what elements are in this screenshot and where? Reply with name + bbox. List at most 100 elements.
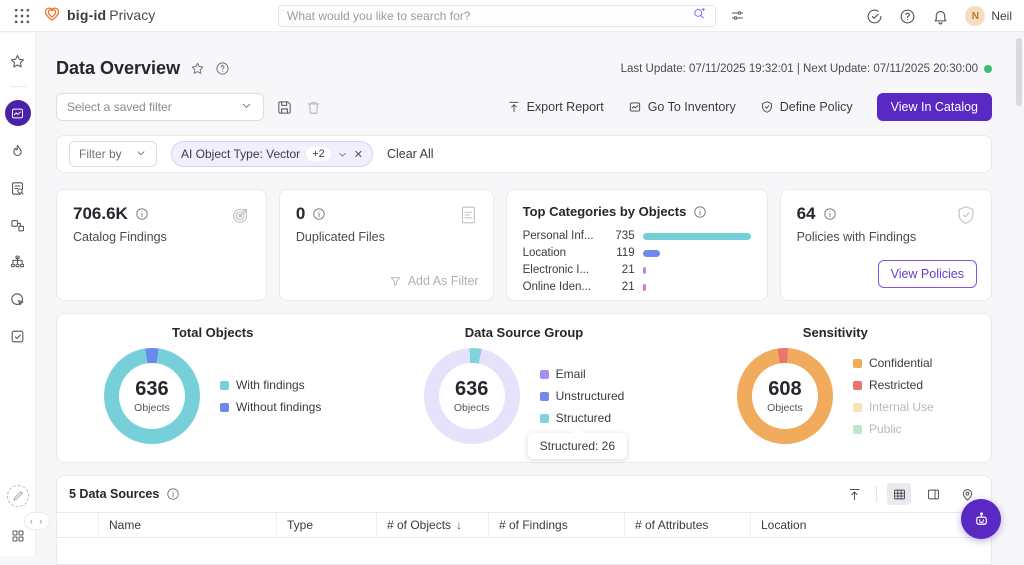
table-header-row: Name Type # of Objects ↓ # of Findings #…: [57, 512, 991, 538]
status-online-dot: [984, 65, 992, 73]
sidebar-collapse-toggle[interactable]: ‹ ›: [24, 512, 50, 530]
select-all-column[interactable]: [57, 513, 99, 537]
nav-favorites-star-icon[interactable]: [6, 49, 30, 73]
category-bar: [643, 233, 751, 240]
category-row[interactable]: Personal Inf... 735: [523, 230, 751, 242]
define-policy-button[interactable]: Define Policy: [760, 100, 853, 114]
legend-item[interactable]: Without findings: [220, 400, 321, 414]
grid-view-icon[interactable]: [887, 483, 911, 505]
catalog-findings-card: 706.6K Catalog Findings: [56, 189, 267, 301]
legend-item[interactable]: With findings: [220, 378, 321, 392]
category-row[interactable]: Location 119: [523, 247, 751, 259]
category-row[interactable]: Electronic I... 21: [523, 264, 751, 276]
go-to-inventory-button[interactable]: Go To Inventory: [628, 100, 736, 114]
save-filter-icon[interactable]: [276, 99, 293, 116]
nav-risk-flame-icon[interactable]: [6, 139, 30, 163]
info-icon[interactable]: [135, 207, 149, 221]
global-search[interactable]: [278, 5, 716, 27]
column-type[interactable]: Type: [277, 513, 377, 537]
category-bar: [643, 284, 646, 291]
info-icon[interactable]: [166, 487, 180, 501]
update-status: Last Update: 07/11/2025 19:32:01 | Next …: [621, 63, 992, 75]
target-icon: [230, 204, 252, 231]
status-check-icon[interactable]: [866, 8, 883, 25]
help-icon[interactable]: [899, 8, 916, 25]
left-nav-sidebar: [0, 33, 36, 556]
legend-item[interactable]: Public: [853, 422, 934, 436]
catalog-findings-label: Catalog Findings: [73, 230, 250, 244]
clear-all-filters-button[interactable]: Clear All: [387, 147, 434, 161]
add-as-filter-button[interactable]: Add As Filter: [389, 274, 479, 288]
top-categories-title: Top Categories by Objects: [523, 204, 687, 219]
total-objects-donut[interactable]: 636 Objects: [104, 348, 200, 444]
legend-item[interactable]: Unstructured: [540, 389, 625, 403]
table-export-icon[interactable]: [842, 483, 866, 505]
category-bar: [643, 250, 660, 257]
app-launcher-icon[interactable]: [12, 6, 32, 26]
ai-search-icon[interactable]: [692, 6, 707, 26]
chip-remove-icon[interactable]: ✕: [354, 148, 363, 161]
table-row[interactable]: [57, 538, 991, 565]
sort-desc-icon[interactable]: ↓: [456, 518, 462, 532]
tools-divider: [876, 486, 877, 502]
nav-dashboard-icon[interactable]: [5, 100, 31, 126]
nav-classification-icon[interactable]: [6, 213, 30, 237]
brand-logo[interactable]: big-idPrivacy: [42, 3, 155, 28]
column-attributes[interactable]: # of Attributes: [625, 513, 751, 537]
view-in-catalog-button[interactable]: View In Catalog: [877, 93, 992, 121]
export-report-button[interactable]: Export Report: [507, 100, 604, 114]
view-policies-button[interactable]: View Policies: [878, 260, 977, 288]
charts-panel: Total Objects 636 Objects With findings: [56, 313, 992, 463]
saved-filter-select[interactable]: Select a saved filter: [56, 93, 264, 121]
policies-card: 64 Policies with Findings View Policies: [780, 189, 992, 301]
brand-text: big-idPrivacy: [67, 7, 155, 25]
favorite-star-icon[interactable]: [190, 61, 205, 76]
shield-check-icon: [955, 204, 977, 231]
user-menu[interactable]: N Neil: [965, 6, 1012, 26]
legend-item[interactable]: Internal Use: [853, 400, 934, 414]
info-icon[interactable]: [312, 207, 326, 221]
duplicated-files-value: 0: [296, 204, 305, 224]
duplicate-document-icon: [457, 204, 479, 231]
filter-chip-ai-object-type[interactable]: AI Object Type: Vector +2 ✕: [171, 141, 373, 167]
total-objects-legend: With findings Without findings: [220, 378, 321, 414]
data-source-group-chart: Data Source Group 636 Objects Email U: [368, 314, 679, 462]
user-avatar: N: [965, 6, 985, 26]
data-source-group-donut[interactable]: 636 Objects: [424, 348, 520, 444]
chip-chevron-icon[interactable]: [337, 149, 348, 160]
structured-tooltip: Structured: 26: [528, 433, 627, 459]
page-help-icon[interactable]: [215, 61, 230, 76]
info-icon[interactable]: [693, 205, 707, 219]
column-objects[interactable]: # of Objects ↓: [377, 513, 489, 537]
legend-item[interactable]: Structured: [540, 411, 625, 425]
top-categories-card: Top Categories by Objects Personal Inf..…: [506, 189, 768, 301]
nav-catalog-search-icon[interactable]: [6, 176, 30, 200]
search-filters-icon[interactable]: [730, 8, 745, 28]
assistant-chatbot-fab[interactable]: [961, 499, 1001, 539]
total-objects-chart: Total Objects 636 Objects With findings: [57, 314, 368, 462]
legend-item[interactable]: Email: [540, 367, 625, 381]
nav-data-scope-icon[interactable]: [6, 287, 30, 311]
catalog-findings-value: 706.6K: [73, 204, 128, 224]
edit-dashboard-pencil-icon[interactable]: [7, 485, 29, 507]
sidebar-divider: [10, 86, 26, 87]
nav-tasks-check-icon[interactable]: [6, 324, 30, 348]
filter-by-dropdown[interactable]: Filter by: [69, 141, 157, 167]
search-input[interactable]: [287, 9, 692, 23]
notifications-bell-icon[interactable]: [932, 8, 949, 25]
nav-inventory-tree-icon[interactable]: [6, 250, 30, 274]
category-row[interactable]: Online Iden... 21: [523, 281, 751, 293]
legend-item[interactable]: Restricted: [853, 378, 934, 392]
column-location[interactable]: Location: [751, 513, 991, 537]
info-icon[interactable]: [823, 207, 837, 221]
column-findings[interactable]: # of Findings: [489, 513, 625, 537]
sensitivity-donut[interactable]: 608 Objects: [737, 348, 833, 444]
policies-value: 64: [797, 204, 816, 224]
legend-item[interactable]: Confidential: [853, 356, 934, 370]
column-name[interactable]: Name: [99, 513, 277, 537]
category-bar: [643, 267, 646, 274]
delete-filter-trash-icon[interactable]: [305, 99, 322, 116]
bigid-logo-icon: [42, 3, 62, 28]
vertical-scrollbar[interactable]: [1016, 38, 1022, 106]
split-view-icon[interactable]: [921, 483, 945, 505]
